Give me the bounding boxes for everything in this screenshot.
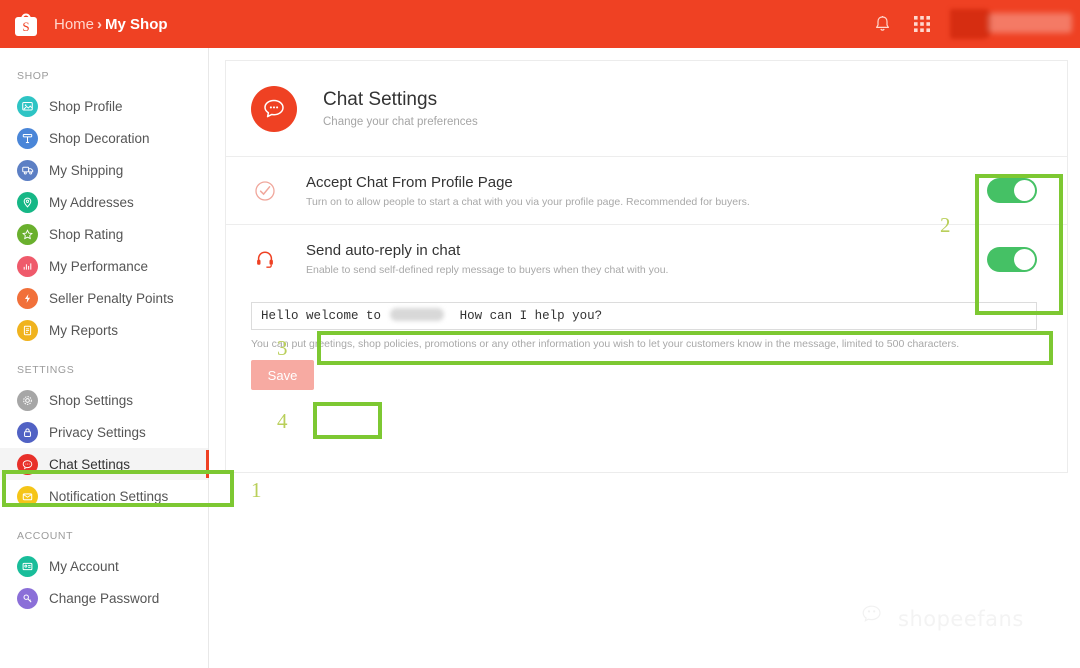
watermark: shopeefans <box>862 604 1024 633</box>
sidebar-item-shop-rating[interactable]: Shop Rating <box>0 218 208 250</box>
annotation-number-1: 1 <box>251 478 262 502</box>
wechat-logo-icon <box>862 604 889 633</box>
breadcrumb-separator: › <box>97 15 103 33</box>
sidebar-item-label: Notification Settings <box>49 488 169 504</box>
sidebar-item-label: Shop Settings <box>49 392 134 408</box>
sidebar-item-label: My Account <box>49 558 119 574</box>
sidebar-item-my-reports[interactable]: My Reports <box>0 314 208 346</box>
toggle-accept-chat[interactable] <box>987 178 1037 203</box>
top-bar-actions <box>862 0 1080 48</box>
user-avatar-redacted[interactable] <box>950 9 1072 39</box>
breadcrumb: Home › My Shop <box>54 16 168 33</box>
performance-icon <box>17 255 38 277</box>
sidebar-section-title-account: ACCOUNT <box>17 530 74 542</box>
save-button[interactable]: Save <box>251 360 314 391</box>
setting-title: Send auto-reply in chat <box>306 242 461 259</box>
setting-title: Accept Chat From Profile Page <box>306 173 513 191</box>
annotation-number-4: 4 <box>277 409 288 433</box>
sidebar-item-label: Shop Rating <box>49 226 124 242</box>
auto-reply-area: Hello welcome to How can I help you? <box>226 293 1067 330</box>
chat-settings-panel: Chat Settings Change your chat preferenc… <box>225 60 1068 473</box>
sidebar-item-seller-penalty-points[interactable]: Seller Penalty Points <box>0 282 208 314</box>
notification-bell-icon[interactable] <box>862 0 902 48</box>
gear-icon <box>17 389 38 411</box>
sidebar-item-label: Shop Decoration <box>49 130 150 146</box>
auto-reply-redacted-shopname <box>389 308 444 321</box>
auto-reply-hint: You can put greetings, shop policies, pr… <box>251 338 960 350</box>
page-subtitle: Change your chat preferences <box>323 116 478 128</box>
chat-settings-icon <box>251 85 297 132</box>
shipping-truck-icon <box>17 159 38 181</box>
sidebar-item-label: My Performance <box>49 258 149 274</box>
sidebar-item-my-performance[interactable]: My Performance <box>0 250 208 282</box>
address-pin-icon <box>17 191 38 213</box>
auto-reply-text-after: How can I help you? <box>459 309 603 323</box>
key-icon <box>17 587 38 609</box>
auto-reply-text-before: Hello welcome to <box>261 309 382 323</box>
page-title: Chat Settings <box>323 89 438 110</box>
annotation-number-2: 2 <box>940 213 951 237</box>
sidebar-item-label: Change Password <box>49 590 160 606</box>
breadcrumb-home-link[interactable]: Home <box>54 16 94 33</box>
svg-text:S: S <box>22 19 29 34</box>
apps-grid-icon[interactable] <box>902 0 942 48</box>
top-bar: S Home › My Shop <box>0 0 1080 48</box>
sidebar-item-chat-settings[interactable]: Chat Settings <box>0 448 209 480</box>
sidebar-section-title-shop: SHOP <box>17 70 50 82</box>
panel-header: Chat Settings Change your chat preferenc… <box>226 61 1067 157</box>
sidebar-item-shop-profile[interactable]: Shop Profile <box>0 90 208 122</box>
sidebar: SHOP Shop Profile Shop Decoration My Shi… <box>0 48 209 668</box>
sidebar-section-title-settings: SETTINGS <box>17 364 75 376</box>
shop-profile-icon <box>17 95 38 117</box>
notification-icon <box>17 485 38 507</box>
sidebar-item-label: Privacy Settings <box>49 424 146 440</box>
chat-bubble-icon <box>17 453 38 475</box>
sidebar-item-shop-decoration[interactable]: Shop Decoration <box>0 122 208 154</box>
sidebar-item-label: Chat Settings <box>49 456 131 472</box>
breadcrumb-current: My Shop <box>105 15 168 33</box>
sidebar-item-label: Seller Penalty Points <box>49 290 174 306</box>
sidebar-item-shop-settings[interactable]: Shop Settings <box>0 384 208 416</box>
shopee-bag-logo-icon[interactable]: S <box>10 8 42 40</box>
sidebar-item-my-shipping[interactable]: My Shipping <box>0 154 208 186</box>
star-rating-icon <box>17 223 38 245</box>
auto-reply-input[interactable]: Hello welcome to How can I help you? <box>251 302 1037 330</box>
save-button-wrap: Save <box>226 352 1067 391</box>
penalty-bolt-icon <box>17 287 38 309</box>
sidebar-item-label: Shop Profile <box>49 98 123 114</box>
toggle-knob <box>1014 180 1035 201</box>
sidebar-item-label: My Shipping <box>49 162 124 178</box>
check-circle-icon <box>251 180 279 202</box>
sidebar-item-my-account[interactable]: My Account <box>0 550 208 582</box>
sidebar-item-label: My Reports <box>49 322 119 338</box>
avatar-username-redacted <box>988 13 1072 33</box>
annotation-number-3: 3 <box>277 336 288 360</box>
avatar-image <box>950 9 992 39</box>
sidebar-item-privacy-settings[interactable]: Privacy Settings <box>0 416 208 448</box>
sidebar-item-my-addresses[interactable]: My Addresses <box>0 186 208 218</box>
sidebar-item-notification-settings[interactable]: Notification Settings <box>0 480 208 512</box>
toggle-auto-reply[interactable] <box>987 246 1037 272</box>
headset-icon <box>251 248 279 270</box>
account-card-icon <box>17 555 38 577</box>
decoration-icon <box>17 127 38 149</box>
setting-description: Enable to send self-defined reply messag… <box>306 264 669 276</box>
toggle-knob <box>1014 248 1035 270</box>
watermark-text: shopeefans <box>898 606 1024 631</box>
reports-icon <box>17 319 38 341</box>
sidebar-item-label: My Addresses <box>49 194 134 210</box>
lock-icon <box>17 421 38 443</box>
setting-description: Turn on to allow people to start a chat … <box>306 195 750 208</box>
sidebar-item-change-password[interactable]: Change Password <box>0 582 208 614</box>
